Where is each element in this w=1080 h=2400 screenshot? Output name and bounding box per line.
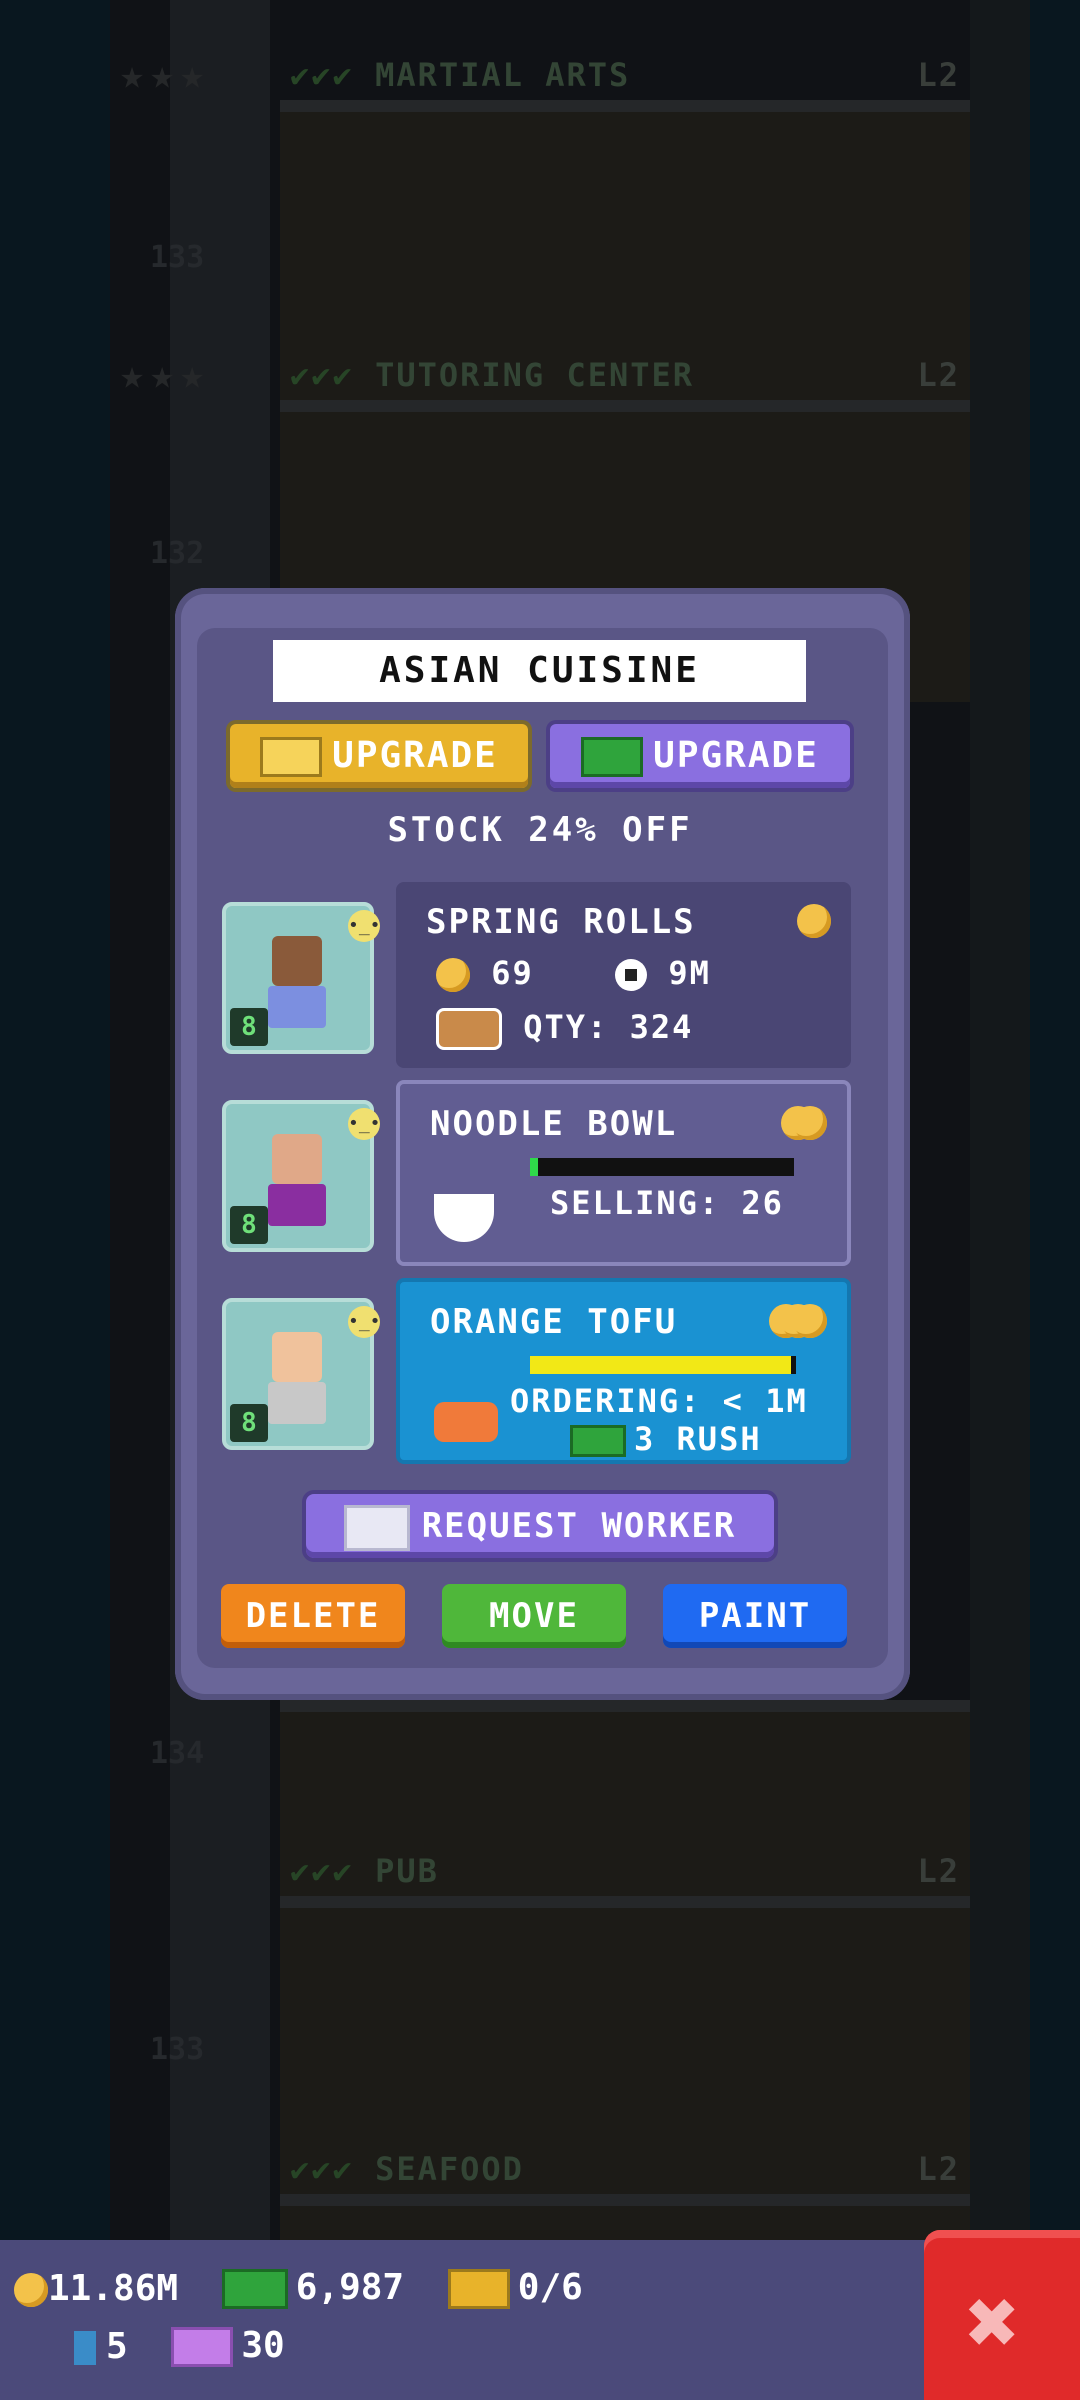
- bux-display[interactable]: 6,987: [221, 2267, 405, 2309]
- worker-avatar-2[interactable]: •_• 8: [222, 1100, 381, 1252]
- clock-icon: [615, 959, 648, 991]
- orange-tofu-icon: [434, 1402, 498, 1442]
- coin-icon: [797, 904, 831, 938]
- selling-status: SELLING: 26: [550, 1184, 784, 1222]
- mood-icon: •_•: [348, 1108, 381, 1140]
- mood-icon: •_•: [348, 1306, 381, 1338]
- delete-button[interactable]: DELETE: [221, 1584, 405, 1648]
- product-time: 9M: [668, 954, 711, 992]
- upgrade-coins-button[interactable]: UPGRADE: [230, 724, 528, 788]
- vip-value: 30: [241, 2325, 285, 2366]
- request-worker-button[interactable]: REQUEST WORKER: [306, 1494, 774, 1558]
- product-card-noodle-bowl[interactable]: NOODLE BOWL SELLING: 26: [396, 1080, 851, 1266]
- coin-stack-icon: [781, 1106, 827, 1140]
- product-name: ORANGE TOFU: [430, 1302, 678, 1342]
- product-qty-row: QTY: 324: [436, 1008, 693, 1050]
- tickets-display[interactable]: 0/6: [447, 2267, 583, 2309]
- worker-level-badge: 8: [230, 1008, 268, 1046]
- product-card-spring-rolls[interactable]: SPRING ROLLS 69 9M QTY: 324: [396, 882, 851, 1068]
- product-price-time: 69 9M: [436, 954, 711, 992]
- vip-display[interactable]: 30: [171, 2325, 285, 2367]
- hud-currency-row: 11.86M 6,987 0/6: [14, 2266, 605, 2309]
- coins-display[interactable]: 11.86M: [14, 2268, 178, 2309]
- upgrade-bux-label: UPGRADE: [653, 735, 819, 776]
- hud-secondary-row: 5 30: [74, 2324, 307, 2367]
- ticket-icon: [260, 737, 323, 777]
- request-worker-label: REQUEST WORKER: [421, 1506, 737, 1546]
- vip-ticket-icon: [171, 2327, 234, 2367]
- coins-value: 11.86M: [48, 2267, 179, 2309]
- product-name: NOODLE BOWL: [430, 1104, 678, 1144]
- worker-level-badge: 8: [230, 1404, 268, 1442]
- worker-level-badge: 8: [230, 1206, 268, 1244]
- bottom-hud: 11.86M 6,987 0/6 5 30: [0, 2240, 1080, 2400]
- selling-progress-bar: [530, 1158, 794, 1176]
- bux-value: 6,987: [295, 2267, 405, 2308]
- stock-discount-text: STOCK 24% OFF: [387, 810, 693, 850]
- noodle-bowl-icon: [434, 1194, 494, 1242]
- cash-icon: [581, 737, 644, 777]
- ordering-progress-bar: [530, 1356, 796, 1374]
- bitizen-bux-display[interactable]: 5: [74, 2326, 128, 2367]
- worker-body: [268, 1382, 326, 1424]
- rush-label: 3 RUSH: [634, 1420, 762, 1458]
- coin-icon: [14, 2272, 48, 2307]
- product-card-orange-tofu[interactable]: ORANGE TOFU ORDERING: < 1M 3 RUSH: [396, 1278, 851, 1464]
- bitizen-icon: [74, 2330, 96, 2365]
- worker-avatar-1[interactable]: •_• 8: [222, 902, 381, 1054]
- upgrade-coins-label: UPGRADE: [332, 735, 498, 776]
- move-button[interactable]: MOVE: [442, 1584, 626, 1648]
- cash-icon: [221, 2269, 288, 2309]
- ticket-icon: [447, 2269, 510, 2309]
- bitizen-bux-value: 5: [106, 2325, 128, 2367]
- dialog-title: ASIAN CUISINE: [273, 640, 806, 702]
- upgrade-bux-button[interactable]: UPGRADE: [550, 724, 850, 788]
- worker-face: [272, 1332, 322, 1382]
- tickets-value: 0/6: [517, 2267, 583, 2308]
- mood-icon: •_•: [348, 910, 381, 942]
- envelope-icon: [343, 1504, 410, 1551]
- coin-icon: [436, 958, 470, 992]
- product-price: 69: [491, 954, 534, 992]
- worker-avatar-3[interactable]: •_• 8: [222, 1298, 381, 1450]
- worker-face: [272, 936, 322, 986]
- product-qty: QTY: 324: [523, 1008, 694, 1046]
- close-icon: ✖: [966, 2270, 1021, 2375]
- close-button[interactable]: ✖: [924, 2230, 1080, 2400]
- product-name: SPRING ROLLS: [426, 902, 696, 942]
- worker-body: [268, 986, 326, 1028]
- ordering-status: ORDERING: < 1M: [510, 1382, 808, 1420]
- coin-stack-icon: [769, 1304, 827, 1338]
- spring-roll-icon: [436, 1008, 502, 1050]
- worker-face: [272, 1134, 322, 1184]
- cash-icon: [570, 1425, 626, 1457]
- rush-button[interactable]: 3 RUSH: [570, 1420, 762, 1458]
- worker-body: [268, 1184, 326, 1226]
- paint-button[interactable]: PAINT: [663, 1584, 847, 1648]
